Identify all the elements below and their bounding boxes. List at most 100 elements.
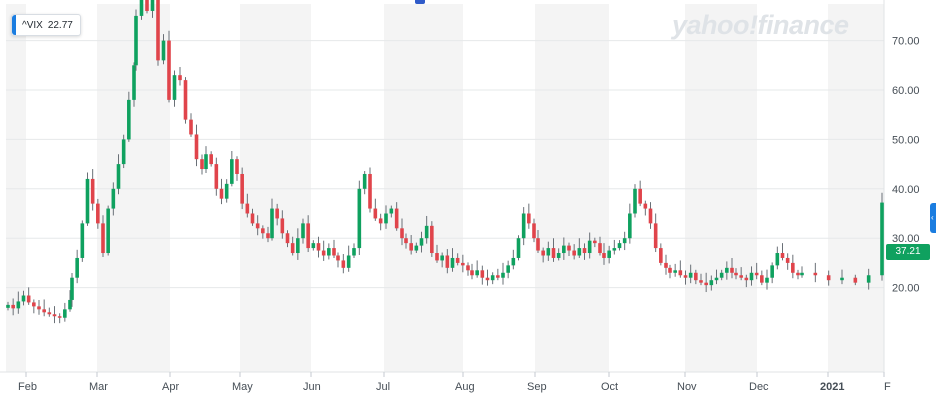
candle-body: [699, 280, 703, 283]
candle-body: [394, 208, 399, 229]
candle-body: [111, 188, 116, 209]
candle-body: [290, 243, 295, 254]
candle-body: [813, 272, 818, 276]
candle-body: [598, 243, 602, 254]
x-tick-label: F: [884, 381, 891, 393]
candle-body: [90, 178, 95, 204]
candle-body: [178, 75, 182, 81]
candle-body: [214, 164, 219, 189]
candle-body: [532, 223, 536, 239]
month-band: [828, 4, 884, 372]
candle-body: [602, 253, 606, 258]
candle-body: [556, 253, 561, 258]
candle-body: [261, 228, 265, 234]
candle-body: [280, 218, 285, 234]
x-tick-label: Feb: [18, 381, 37, 393]
candle-body: [224, 183, 229, 199]
candle-body: [409, 243, 413, 251]
candle-body: [562, 245, 566, 254]
candle-body: [352, 248, 356, 256]
candle-body: [466, 265, 470, 271]
ticker-value: 22.77: [47, 19, 73, 31]
candle-body: [127, 99, 131, 140]
candle-body: [106, 208, 110, 254]
candle-body: [678, 270, 683, 276]
candle-body: [424, 225, 429, 239]
ticker-badge[interactable]: ^VIX 22.77: [11, 14, 81, 36]
candle-body: [445, 255, 450, 268]
y-tick-label: 70.00: [892, 36, 920, 48]
candle-body: [541, 250, 545, 256]
vix-candlestick-chart[interactable]: 20.0030.0040.0050.0060.0070.0080.00FebMa…: [0, 0, 936, 406]
candle-body: [450, 257, 455, 268]
candle-body: [664, 262, 668, 268]
candle-body: [430, 225, 434, 254]
candle-body: [419, 238, 424, 246]
candle-body: [572, 250, 576, 256]
candle-body: [101, 223, 105, 254]
candle-body: [11, 304, 15, 309]
candle-body: [593, 240, 597, 244]
candle-body: [285, 233, 290, 244]
candle-body: [327, 248, 331, 256]
month-band: [685, 4, 757, 372]
candle-body: [617, 243, 622, 249]
candle-body: [506, 265, 510, 273]
candle-body: [296, 238, 300, 254]
candle-body: [734, 272, 738, 276]
candle-body: [659, 248, 663, 263]
candle-body: [840, 277, 844, 281]
chevron-left-icon: ‹: [931, 213, 934, 222]
candle-body: [6, 304, 10, 308]
candle-body: [587, 240, 592, 254]
candle-body: [470, 270, 474, 276]
candle-body: [219, 188, 224, 199]
candle-body: [546, 248, 551, 256]
candle-body: [709, 280, 714, 286]
candle-body: [57, 316, 62, 318]
candle-body: [400, 228, 404, 239]
candle-body: [21, 295, 26, 302]
candle-body: [47, 312, 52, 315]
candle-body: [694, 272, 698, 281]
candle-body: [455, 257, 460, 263]
candle-body: [704, 282, 708, 286]
candle-body: [754, 272, 759, 276]
candle-body: [485, 277, 490, 281]
candle-body: [139, 0, 144, 16]
candle-body: [132, 65, 136, 100]
x-tick-label: Dec: [749, 381, 769, 393]
candle-body: [270, 208, 274, 239]
month-band: [384, 4, 463, 372]
y-tick-label: 50.00: [892, 134, 920, 146]
candle-body: [316, 243, 321, 251]
candle-body: [480, 270, 485, 278]
candle-body: [551, 248, 556, 258]
candle-body: [204, 154, 208, 170]
candle-body: [189, 119, 193, 135]
candle-body: [373, 208, 378, 219]
candle-body: [527, 213, 531, 224]
last-price-badge: 37.21: [886, 244, 930, 260]
candle-body: [42, 309, 46, 313]
candle-body: [37, 306, 41, 310]
candle-body: [85, 178, 90, 224]
candle-body: [346, 255, 351, 268]
candle-body: [826, 275, 831, 281]
x-tick-label: Aug: [455, 381, 475, 393]
side-panel-toggle[interactable]: ‹: [930, 203, 936, 233]
y-tick-label: 60.00: [892, 85, 920, 97]
candle-body: [633, 188, 637, 214]
candle-body: [266, 233, 270, 239]
candle-body: [240, 173, 244, 204]
candle-body: [765, 277, 769, 283]
candle-body: [612, 248, 617, 251]
x-tick-label: Mar: [89, 381, 108, 393]
range-handle-top[interactable]: [415, 0, 425, 4]
candle-body: [172, 75, 177, 100]
candle-body: [414, 245, 419, 251]
candle-body: [577, 248, 582, 256]
candle-body: [475, 270, 479, 276]
candle-body: [389, 208, 394, 214]
candle-body: [230, 159, 234, 184]
